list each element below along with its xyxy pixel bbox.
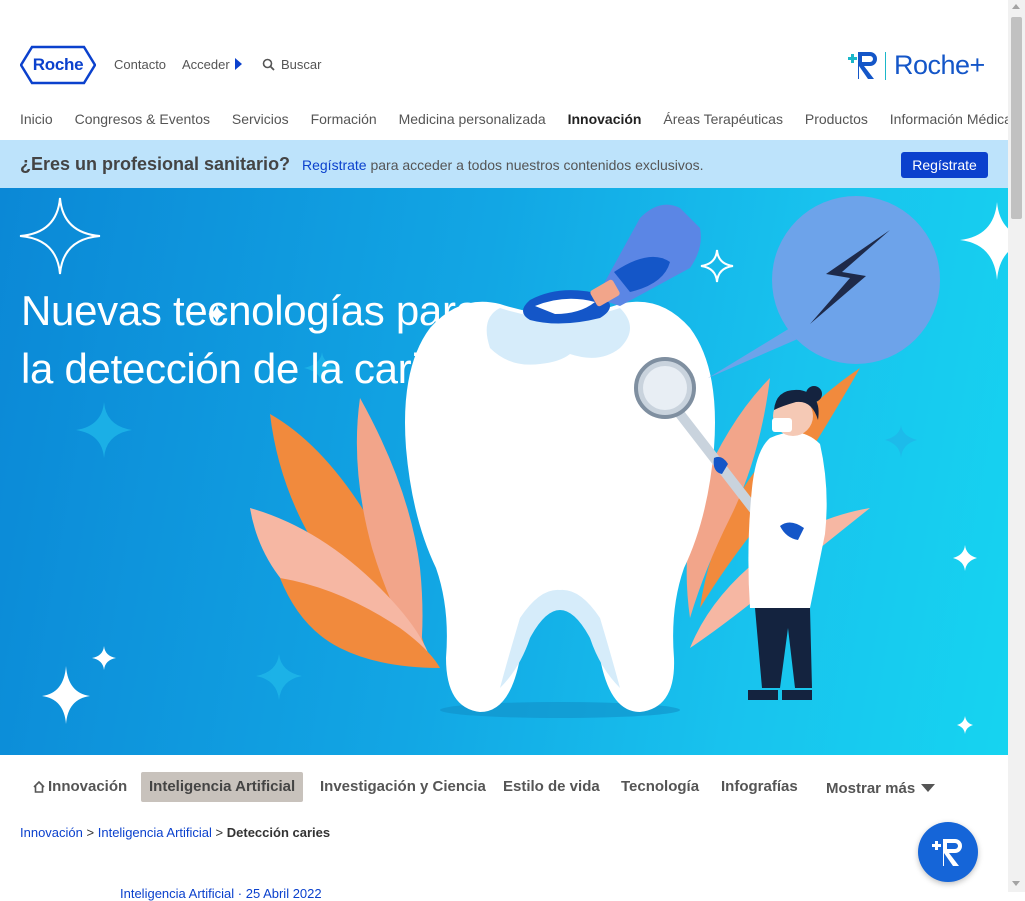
category-tabs: Innovación Inteligencia Artificial Inves… [0,772,1008,804]
login-label: Acceder [182,57,230,72]
breadcrumb: Innovación > Inteligencia Artificial > D… [20,825,330,840]
nav-item-medicina[interactable]: Medicina personalizada [399,111,546,127]
banner-message: Regístrate para acceder a todos nuestros… [302,157,704,173]
tab-investigacion[interactable]: Investigación y Ciencia [320,772,486,802]
login-link[interactable]: Acceder [182,57,242,72]
breadcrumb-innovacion[interactable]: Innovación [20,825,83,840]
hero-title: Nuevas tecnologías para la detección de … [21,287,479,393]
banner-message-text: para acceder a todos nuestros contenidos… [366,157,704,173]
site-header: Roche Contacto Acceder Buscar Roche+ Ini… [0,0,1012,140]
logo-text: Roche [32,55,84,74]
nav-item-informacion[interactable]: Información Médica [890,111,1012,127]
show-more-button[interactable]: Mostrar más [826,774,936,804]
nav-item-areas[interactable]: Áreas Terapéuticas [663,111,783,127]
show-more-label: Mostrar más [826,780,916,797]
contact-link[interactable]: Contacto [114,57,166,72]
nav-item-servicios[interactable]: Servicios [232,111,289,127]
scroll-up-icon[interactable] [1012,4,1020,9]
banner-question: ¿Eres un profesional sanitario? [20,154,291,174]
breadcrumb-current: Detección caries [226,825,331,840]
breadcrumb-inteligencia-artificial[interactable]: Inteligencia Artificial [98,825,212,840]
search-input[interactable]: Buscar [262,57,321,72]
register-link[interactable]: Regístrate [302,157,367,173]
tab-tecnologia[interactable]: Tecnología [621,772,699,802]
roche-plus-text: Roche+ [894,50,985,80]
search-icon [262,58,275,71]
nav-item-innovacion[interactable]: Innovación [568,111,642,127]
search-placeholder: Buscar [281,57,322,72]
roche-plus-chat-button[interactable] [918,822,978,882]
logo-divider [885,52,886,80]
tab-innovacion[interactable]: Innovación [33,772,127,802]
tab-estilo-de-vida[interactable]: Estilo de vida [503,772,600,802]
main-nav: Inicio Congresos & Eventos Servicios For… [20,111,1025,127]
dental-illustration [19,196,1008,734]
scroll-down-icon[interactable] [1012,881,1020,886]
tab-infografias[interactable]: Infografías [721,772,798,802]
scroll-thumb[interactable] [1011,17,1022,219]
article-meta[interactable]: Inteligencia Artificial · 25 Abril 2022 [120,886,322,901]
breadcrumb-separator: > [215,825,224,840]
vertical-scrollbar[interactable] [1008,0,1025,892]
tab-label: Innovación [48,778,128,795]
tab-inteligencia-artificial[interactable]: Inteligencia Artificial [141,772,304,802]
register-button[interactable]: Regístrate [901,152,988,178]
nav-item-congresos[interactable]: Congresos & Eventos [75,111,210,127]
nav-item-inicio[interactable]: Inicio [20,111,53,127]
roche-logo[interactable]: Roche [20,45,96,85]
roche-plus-r-icon [848,52,877,79]
hero-image: Nuevas tecnologías para la detección de … [0,188,1008,755]
chevron-down-icon [921,784,936,792]
toothpaste-icon [523,204,701,324]
caret-right-icon [234,58,242,70]
registration-banner: ¿Eres un profesional sanitario? Regístra… [0,140,1008,188]
nav-item-formacion[interactable]: Formación [311,111,377,127]
roche-plus-r-icon [932,839,962,866]
nav-item-productos[interactable]: Productos [805,111,868,127]
speech-bubble-icon [708,196,940,378]
breadcrumb-separator: > [86,825,95,840]
home-icon [33,781,45,793]
